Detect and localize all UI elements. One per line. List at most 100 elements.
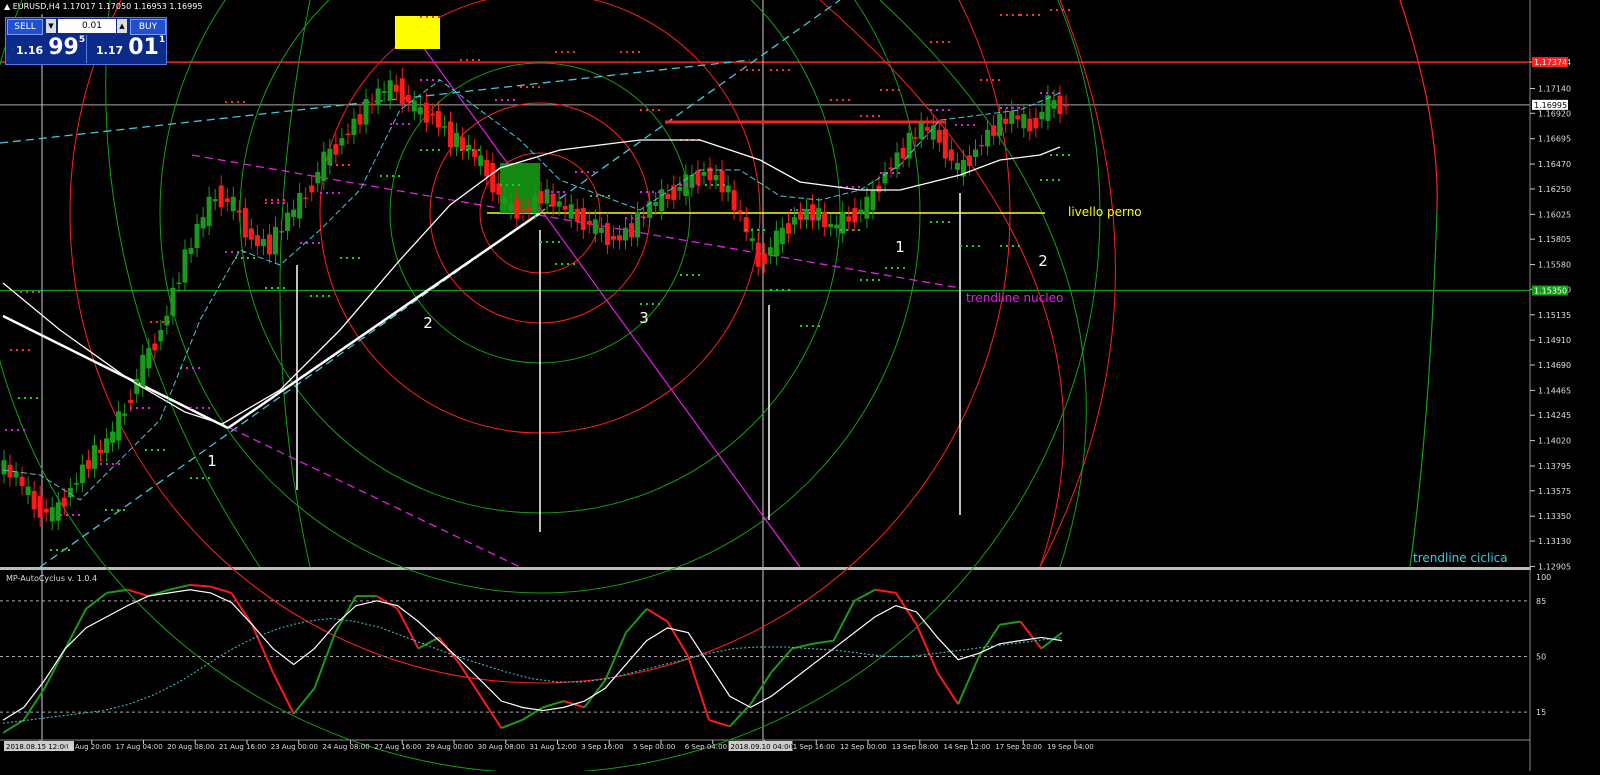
candle-body [441,126,447,128]
x-tick-label: 13 Sep 08:00 [892,743,939,751]
sell-button[interactable]: SELL [7,19,43,35]
lot-up-icon[interactable]: ▲ [117,19,127,33]
candle-body [242,208,248,238]
candle-body [387,80,393,101]
x-tick-label: 21 Aug 16:00 [219,743,266,751]
panel-separator [0,567,1600,570]
candle-body [315,172,321,184]
x-tick-label: 17 Aug 04:00 [116,743,163,751]
indicator-level-label: 100 [1536,573,1551,582]
candle-body [321,151,327,182]
candle-body [37,495,43,518]
candle-body [876,185,882,193]
candle-body [61,497,67,507]
y-tick-label: 1.14690 [1538,361,1571,370]
candle-body [417,107,423,115]
candle-body [140,354,146,388]
candle-body [550,193,556,207]
price-chart[interactable]: 1 2 3 1 2 livello perno trendline nucleo trendl… [0,0,1600,774]
candle-body [948,149,954,161]
lot-down-icon[interactable]: ▼ [46,19,56,33]
candle-body [55,502,61,521]
candle-body [297,193,303,219]
candle-body [333,144,339,155]
indicator-level-label: 15 [1536,708,1546,717]
candle-body [254,235,260,247]
candle-body [266,234,272,255]
candle-body [43,508,49,513]
candle-body [616,235,622,241]
y-tick-label: 1.16025 [1538,210,1571,219]
candle-body [134,378,140,394]
candle-body [514,198,520,219]
candle-body [954,162,960,170]
candle-body [918,122,924,139]
candle-body [369,103,375,106]
ask-price[interactable]: 1.17 011 [96,35,165,63]
candle-body [188,247,194,255]
bid-price[interactable]: 1.16 995 [16,35,85,63]
candle-body [695,170,701,185]
candle-body [478,155,484,166]
candle-body [526,206,532,211]
x-tick-label: 23 Aug 00:00 [271,743,318,751]
candle-body [991,125,997,136]
y-tick-label: 1.14245 [1538,411,1571,420]
buy-button[interactable]: BUY [130,19,166,35]
candle-body [73,483,79,485]
candle-body [79,464,85,484]
x-tick-label: 31 Aug 12:00 [530,743,577,751]
ask-prefix: 1.17 [96,44,124,57]
candle-body [454,132,460,148]
candle-body [152,343,158,351]
candle-body [761,253,767,264]
y-tick-label: 1.12905 [1538,562,1571,571]
candle-body [164,315,170,326]
y-tick-label: 1.16250 [1538,185,1571,194]
candle-body [665,193,671,200]
candle-body [725,185,731,193]
candle-body [49,507,55,522]
candle-body [737,210,743,213]
x-highlight-label-right: 2018.09.10 04:00 [731,743,793,751]
y-tick-label: 1.14020 [1538,437,1571,446]
candle-body [303,197,309,200]
candle-body [122,413,128,416]
candle-body [224,198,230,203]
candle-body [707,167,713,181]
candle-body [423,102,429,123]
lot-size-input[interactable]: 0.01 [58,19,116,33]
y-tick-label: 1.15580 [1538,261,1571,270]
x-tick-label: 20 Aug 08:00 [167,743,214,751]
candle-body [85,460,91,469]
candle-body [828,223,834,228]
candle-body [236,210,242,213]
candle-body [900,147,906,159]
candle-body [357,114,363,125]
title-arrow-icon[interactable]: ▲ [4,2,13,11]
candle-body [502,196,508,204]
candle-body [653,202,659,206]
candle-body [490,162,496,193]
candle-body [1051,100,1057,109]
candle-body [98,449,104,454]
candle-body [104,438,110,454]
candle-body [110,431,116,443]
bid-sup: 5 [78,35,86,45]
x-tick-label: 6 Sep 04:00 [685,743,727,751]
bid-prefix: 1.16 [16,44,44,57]
chart-background [0,0,1600,771]
candle-body [749,238,755,242]
wave-label-2: 3 [639,309,649,327]
y-tick-label: 1.16470 [1538,160,1571,169]
chart-root[interactable]: 1 2 3 1 2 livello perno trendline nucleo trendl… [0,0,1600,774]
x-tick-label: 27 Aug 16:00 [374,743,421,751]
candle-body [460,137,466,151]
candle-body [1021,114,1027,129]
candle-body [532,195,538,211]
candle-body [399,78,405,104]
candle-body [484,159,490,177]
candle-body [170,287,176,316]
candle-body [116,411,122,441]
candle-body [942,129,948,159]
